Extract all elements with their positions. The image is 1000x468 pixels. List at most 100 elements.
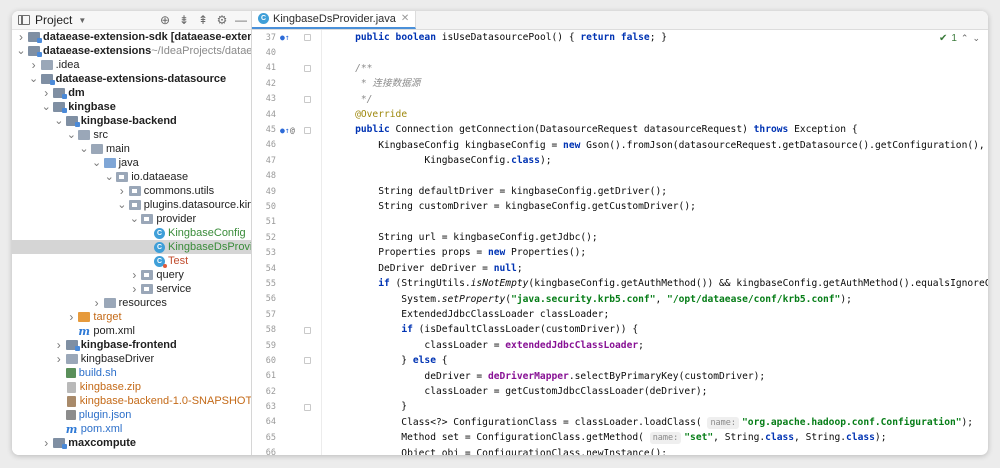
tree-item[interactable]: C Test — [12, 254, 251, 268]
code-line: DeDriver deDriver = null; — [332, 262, 523, 274]
tree-item-label: kingbase-backend — [80, 115, 177, 127]
line-number: 63 — [252, 399, 321, 414]
annotation-marker-icon[interactable]: @ — [290, 126, 295, 135]
chevron-right-icon[interactable]: › — [117, 184, 127, 198]
line-number: 66 — [252, 446, 321, 455]
chevron-right-icon[interactable]: › — [129, 268, 139, 282]
overrides-marker-icon[interactable]: ●↑ — [280, 126, 290, 135]
chevron-down-icon[interactable]: ⌄ — [16, 44, 26, 58]
tree-item-label: pom.xml — [93, 325, 135, 337]
line-number: 47 — [252, 153, 321, 168]
chevron-down-icon[interactable]: ⌄ — [79, 142, 89, 156]
tree-item[interactable]: › target — [12, 310, 251, 324]
fold-marker-icon[interactable] — [304, 357, 311, 365]
tree-item-label: plugin.json — [78, 409, 132, 421]
tree-item[interactable]: ⌄ io.dataease — [12, 170, 251, 184]
fold-marker-icon[interactable] — [304, 126, 311, 134]
tree-item[interactable]: › .idea — [12, 58, 251, 72]
code-line: Object obj = ConfigurationClass.newInsta… — [332, 447, 668, 455]
chevron-down-icon[interactable]: ⌄ — [129, 212, 139, 226]
code-line: if (isDefaultClassLoader(customDriver)) … — [401, 324, 639, 336]
editor-area: C KingbaseDsProvider.java ✕ 37 ●↑ 40 41 42 43… — [252, 11, 988, 455]
chevron-right-icon[interactable]: › — [92, 296, 102, 310]
tree-item[interactable]: › kingbase-frontend — [12, 338, 251, 352]
tree-item[interactable]: ⌄ provider — [12, 212, 251, 226]
tree-item[interactable]: › resources — [12, 296, 251, 310]
editor-tab-kingbasedsprovider[interactable]: C KingbaseDsProvider.java ✕ — [252, 11, 417, 29]
chevron-right-icon[interactable]: › — [16, 30, 26, 44]
fold-marker-icon[interactable] — [304, 95, 311, 103]
chevron-down-icon[interactable]: ⌄ — [29, 72, 39, 86]
inspection-widget[interactable]: ✔ 1 ⌃ ⌄ — [934, 33, 980, 44]
line-number-text: 43 — [265, 94, 276, 105]
chevron-right-icon[interactable]: › — [29, 58, 39, 72]
tree-item[interactable]: m pom.xml — [12, 422, 251, 436]
folder-icon — [40, 60, 53, 70]
tree-item[interactable]: kingbase-backend-1.0-SNAPSHOT.jar — [12, 394, 251, 408]
tree-item[interactable]: plugin.json — [12, 408, 251, 422]
locate-file-icon[interactable]: ⊕ — [159, 14, 171, 26]
chevron-right-icon[interactable]: › — [54, 338, 64, 352]
tree-item[interactable]: CKingbaseDsProvide — [12, 240, 251, 254]
project-panel: Project ▼ ⊕ ⇟ ⇞ ⚙ — › dataease-extension-… — [12, 11, 252, 455]
tree-item[interactable]: › dm — [12, 86, 251, 100]
tree-item[interactable]: kingbase.zip — [12, 380, 251, 394]
chevron-down-icon[interactable]: ⌄ — [117, 198, 127, 212]
close-icon[interactable]: ✕ — [401, 13, 409, 24]
tree-item[interactable]: ⌄ dataease-extensions-datasource — [12, 72, 251, 86]
fold-marker-icon[interactable] — [304, 326, 311, 334]
json-icon — [65, 410, 76, 420]
tree-item[interactable]: build.sh — [12, 366, 251, 380]
tree-item[interactable]: ⌄ java — [12, 156, 251, 170]
chevron-right-icon[interactable]: › — [66, 310, 76, 324]
chevron-down-icon[interactable]: ⌄ — [41, 100, 51, 114]
implements-marker-icon[interactable]: ●↑ — [280, 33, 290, 42]
tree-item[interactable]: › service — [12, 282, 251, 296]
tree-item[interactable]: › commons.utils — [12, 184, 251, 198]
tree-item[interactable]: ⌄ kingbase-backend — [12, 114, 251, 128]
chevron-down-icon[interactable]: ⌄ — [972, 33, 980, 44]
project-view-selector[interactable]: Project — [35, 13, 72, 27]
chevron-right-icon[interactable]: › — [41, 86, 51, 100]
chevron-down-icon[interactable]: ⌄ — [54, 114, 64, 128]
line-number-text: 51 — [265, 217, 276, 228]
tree-item[interactable]: › dataease-extension-sdk [dataease-extens… — [12, 30, 251, 44]
fold-marker-icon[interactable] — [304, 64, 311, 72]
fold-marker-icon[interactable] — [304, 403, 311, 411]
fold-marker-icon[interactable] — [304, 34, 311, 42]
chevron-up-icon[interactable]: ⌃ — [961, 33, 969, 44]
module-icon — [53, 88, 68, 99]
code-editor[interactable]: public boolean isUseDatasourcePool() { r… — [322, 30, 988, 455]
line-number: 62 — [252, 384, 321, 399]
tree-item[interactable]: › maxcompute — [12, 436, 251, 450]
tree-item[interactable]: › kingbaseDriver — [12, 352, 251, 366]
chevron-right-icon[interactable]: › — [54, 352, 64, 366]
tree-item[interactable]: ⌄ main — [12, 142, 251, 156]
line-number-text: 42 — [265, 78, 276, 89]
tree-item[interactable]: C KingbaseConfig — [12, 226, 251, 240]
code-line: @Override — [355, 108, 408, 120]
tree-item[interactable]: ⌄ src — [12, 128, 251, 142]
chevron-right-icon[interactable]: › — [129, 282, 139, 296]
tree-item[interactable]: ⌄ dataease-extensions ~/IdeaProjects/data… — [12, 44, 251, 58]
chevron-down-icon[interactable]: ⌄ — [104, 170, 114, 184]
expand-all-icon[interactable]: ⇟ — [178, 14, 190, 26]
tree-item[interactable]: ⌄ kingbase — [12, 100, 251, 114]
chevron-down-icon[interactable]: ⌄ — [92, 156, 102, 170]
line-number: 51 — [252, 215, 321, 230]
tree-item-label: kingbase-frontend — [80, 339, 177, 351]
chevron-down-icon[interactable]: ▼ — [78, 16, 86, 25]
line-number: 52 — [252, 230, 321, 245]
tree-item[interactable]: ⌄ plugins.datasource.kingb — [12, 198, 251, 212]
collapse-all-icon[interactable]: ⇞ — [197, 14, 209, 26]
hide-panel-icon[interactable]: — — [235, 14, 247, 26]
tree-item[interactable]: m pom.xml — [12, 324, 251, 338]
line-number-text: 44 — [265, 109, 276, 120]
tree-item[interactable]: › query — [12, 268, 251, 282]
shell-icon — [65, 368, 76, 378]
module-icon — [28, 46, 42, 57]
maven-icon: m — [78, 325, 91, 338]
chevron-right-icon[interactable]: › — [41, 436, 51, 450]
gear-icon[interactable]: ⚙ — [216, 14, 228, 26]
chevron-down-icon[interactable]: ⌄ — [66, 128, 76, 142]
